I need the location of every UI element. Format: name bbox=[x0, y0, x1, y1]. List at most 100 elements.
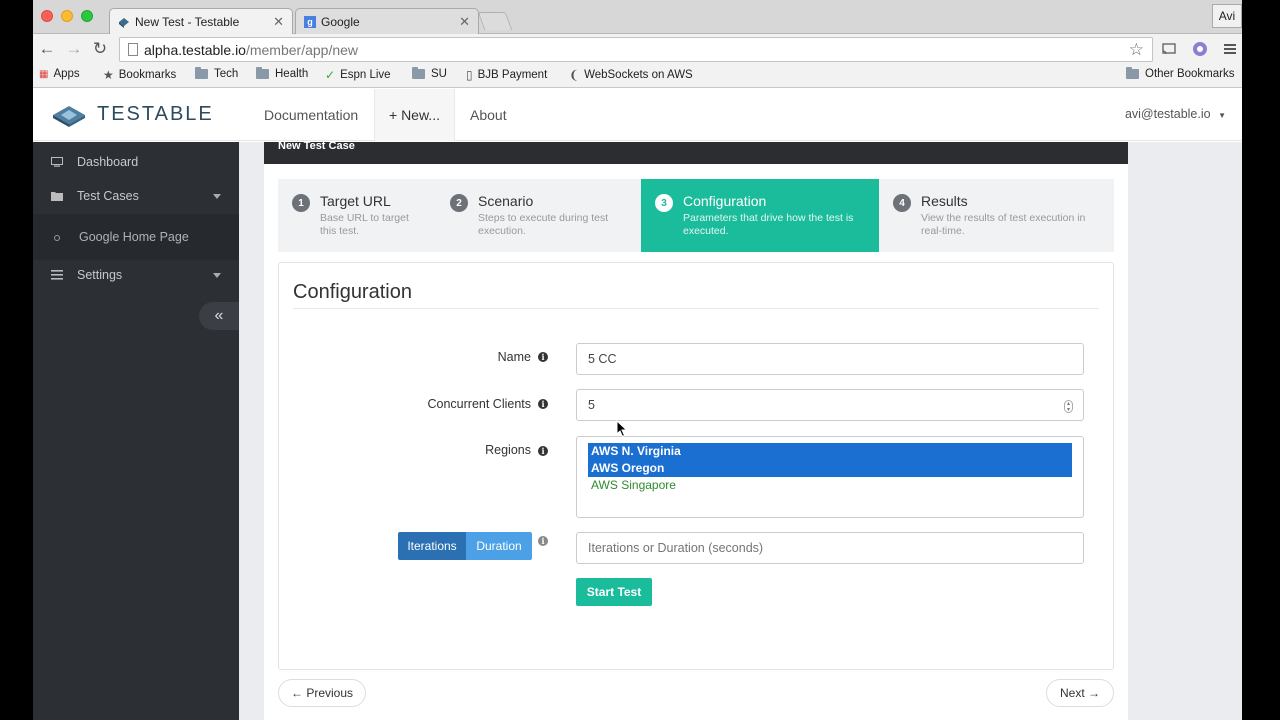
browser-tab-testable[interactable]: New Test - Testable ✕ bbox=[109, 8, 293, 34]
browser-tab-bar: New Test - Testable ✕ g Google ✕ Avi bbox=[33, 0, 1242, 34]
testable-favicon-icon bbox=[119, 17, 129, 28]
tab-title: Google bbox=[321, 14, 360, 29]
step-configuration[interactable]: 3 Configuration Parameters that drive ho… bbox=[641, 179, 879, 252]
step-results[interactable]: 4 Results View the results of test execu… bbox=[879, 179, 1114, 252]
step-scenario[interactable]: 2 Scenario Steps to execute during test … bbox=[436, 179, 641, 252]
close-window-button[interactable] bbox=[41, 10, 53, 22]
minimize-window-button[interactable] bbox=[61, 10, 73, 22]
concurrent-clients-field[interactable]: 5 ▴ ▾ bbox=[576, 389, 1084, 421]
sidebar-item-dashboard[interactable]: Dashboard bbox=[33, 145, 239, 179]
start-test-button[interactable]: Start Test bbox=[576, 578, 652, 606]
step-description: Base URL to target this test. bbox=[320, 212, 409, 237]
bookmark-label: Health bbox=[275, 68, 309, 80]
tab-close-icon[interactable]: ✕ bbox=[273, 14, 284, 30]
step-number: 1 bbox=[292, 194, 310, 212]
menu-icon[interactable] bbox=[1222, 41, 1238, 57]
bookmark-bookmarks[interactable]: ★ Bookmarks bbox=[103, 68, 176, 82]
bookmark-tech[interactable]: Tech bbox=[195, 67, 239, 80]
info-icon[interactable]: i bbox=[538, 446, 548, 456]
page-icon bbox=[128, 43, 138, 56]
step-title: Scenario bbox=[478, 193, 534, 209]
folder-icon bbox=[256, 67, 269, 79]
extension-icon[interactable] bbox=[1192, 41, 1208, 57]
bookmark-health[interactable]: Health bbox=[256, 67, 309, 80]
bookmark-label: Espn Live bbox=[340, 69, 391, 81]
tab-title: New Test - Testable bbox=[135, 14, 240, 29]
forward-arrow-icon[interactable]: → bbox=[64, 39, 84, 59]
maximize-window-button[interactable] bbox=[81, 10, 93, 22]
sidebar-item-test-cases[interactable]: Test Cases bbox=[33, 179, 239, 213]
step-target-url[interactable]: 1 Target URL Base URL to target this tes… bbox=[278, 179, 436, 252]
step-title: Configuration bbox=[683, 193, 767, 209]
bookmark-websockets[interactable]: ❨ WebSockets on AWS bbox=[569, 68, 697, 82]
nav-documentation[interactable]: Documentation bbox=[250, 89, 372, 141]
screen: New Test - Testable ✕ g Google ✕ Avi ← →… bbox=[33, 0, 1242, 720]
address-bar[interactable]: alpha.testable.io/member/app/new ☆ bbox=[119, 37, 1153, 62]
concurrent-clients-label: Concurrent Clients bbox=[427, 397, 531, 411]
caret-down-icon: ▼ bbox=[1218, 111, 1226, 120]
profile-button[interactable]: Avi bbox=[1212, 4, 1242, 28]
next-button[interactable]: Next → bbox=[1046, 679, 1114, 707]
bookmark-bjb[interactable]: ▯ BJB Payment bbox=[466, 68, 547, 82]
sidebar-item-label: Settings bbox=[77, 268, 123, 282]
google-favicon-icon: g bbox=[304, 15, 316, 28]
sidebar-subitem-google-home-page[interactable]: Google Home Page bbox=[33, 214, 239, 260]
iterations-toggle[interactable]: Iterations bbox=[398, 532, 466, 560]
bookmark-other[interactable]: Other Bookmarks bbox=[1126, 67, 1234, 80]
sidebar: Dashboard Test Cases Google Home Page Se… bbox=[33, 142, 239, 720]
bookmark-apps[interactable]: ▦ Apps bbox=[39, 68, 80, 80]
info-icon[interactable]: i bbox=[538, 399, 548, 409]
bookmark-label: BJB Payment bbox=[477, 69, 548, 81]
url-host: alpha.testable.io bbox=[144, 41, 246, 58]
page-icon: ▯ bbox=[466, 68, 473, 82]
wizard-steps: 1 Target URL Base URL to target this tes… bbox=[278, 179, 1114, 252]
info-icon[interactable]: i bbox=[538, 536, 548, 546]
panel-header: New Test Case bbox=[264, 142, 1128, 164]
back-arrow-icon[interactable]: ← bbox=[37, 39, 57, 59]
iterations-duration-input[interactable] bbox=[576, 532, 1084, 564]
bookmark-icon: ✓ bbox=[325, 68, 336, 82]
reload-icon[interactable]: ↻ bbox=[90, 39, 110, 59]
number-spinner-icon[interactable]: ▴ ▾ bbox=[1064, 400, 1073, 413]
name-field[interactable]: 5 CC bbox=[576, 343, 1084, 375]
nav-new[interactable]: + New... bbox=[374, 89, 455, 141]
region-option[interactable]: AWS Oregon bbox=[588, 460, 1072, 477]
folder-icon bbox=[412, 67, 425, 79]
bookmark-label: Tech bbox=[214, 68, 239, 80]
nav-about[interactable]: About bbox=[456, 89, 521, 141]
step-description: Parameters that drive how the test is ex… bbox=[683, 212, 854, 237]
user-menu[interactable]: avi@testable.io ▼ bbox=[1125, 107, 1226, 121]
step-title: Target URL bbox=[320, 193, 391, 209]
step-title: Results bbox=[921, 193, 968, 209]
browser-tab-google[interactable]: g Google ✕ bbox=[295, 8, 479, 34]
bookmark-icon: ❨ bbox=[569, 68, 580, 82]
browser-toolbar: ← → ↻ alpha.testable.io/member/app/new ☆ bbox=[33, 34, 1242, 64]
sidebar-item-settings[interactable]: Settings bbox=[33, 258, 239, 292]
bookmark-label: Apps bbox=[53, 68, 80, 80]
cast-icon[interactable] bbox=[1161, 41, 1177, 57]
url-path: /member/app/new bbox=[245, 41, 359, 58]
sidebar-item-label: Test Cases bbox=[77, 189, 139, 203]
folder-icon bbox=[195, 67, 208, 79]
tab-close-icon[interactable]: ✕ bbox=[459, 14, 470, 30]
bookmarks-bar: ▦ Apps ★ Bookmarks Tech Health ✓ Espn Li… bbox=[33, 64, 1242, 88]
previous-button[interactable]: ← Previous bbox=[278, 679, 366, 707]
list-icon bbox=[51, 270, 63, 280]
divider bbox=[293, 308, 1099, 309]
brand-name: TESTABLE bbox=[97, 103, 214, 125]
name-label: Name bbox=[497, 350, 531, 364]
bookmark-su[interactable]: SU bbox=[412, 67, 447, 80]
region-option[interactable]: AWS Singapore bbox=[588, 477, 1072, 494]
bookmark-star-icon[interactable]: ☆ bbox=[1129, 40, 1144, 60]
bookmark-espn[interactable]: ✓ Espn Live bbox=[325, 68, 391, 82]
new-tab-button[interactable] bbox=[477, 12, 513, 30]
region-option[interactable]: AWS N. Virginia bbox=[588, 443, 1072, 460]
caret-down-icon bbox=[213, 194, 221, 199]
regions-multiselect[interactable]: AWS N. Virginia AWS Oregon AWS Singapore bbox=[576, 436, 1084, 518]
collapse-sidebar-button[interactable]: « bbox=[199, 302, 239, 330]
duration-toggle[interactable]: Duration bbox=[466, 532, 532, 560]
folder-icon bbox=[1126, 67, 1139, 79]
concurrent-clients-value: 5 bbox=[588, 398, 595, 412]
info-icon[interactable]: i bbox=[538, 352, 548, 362]
circle-icon bbox=[54, 235, 60, 241]
